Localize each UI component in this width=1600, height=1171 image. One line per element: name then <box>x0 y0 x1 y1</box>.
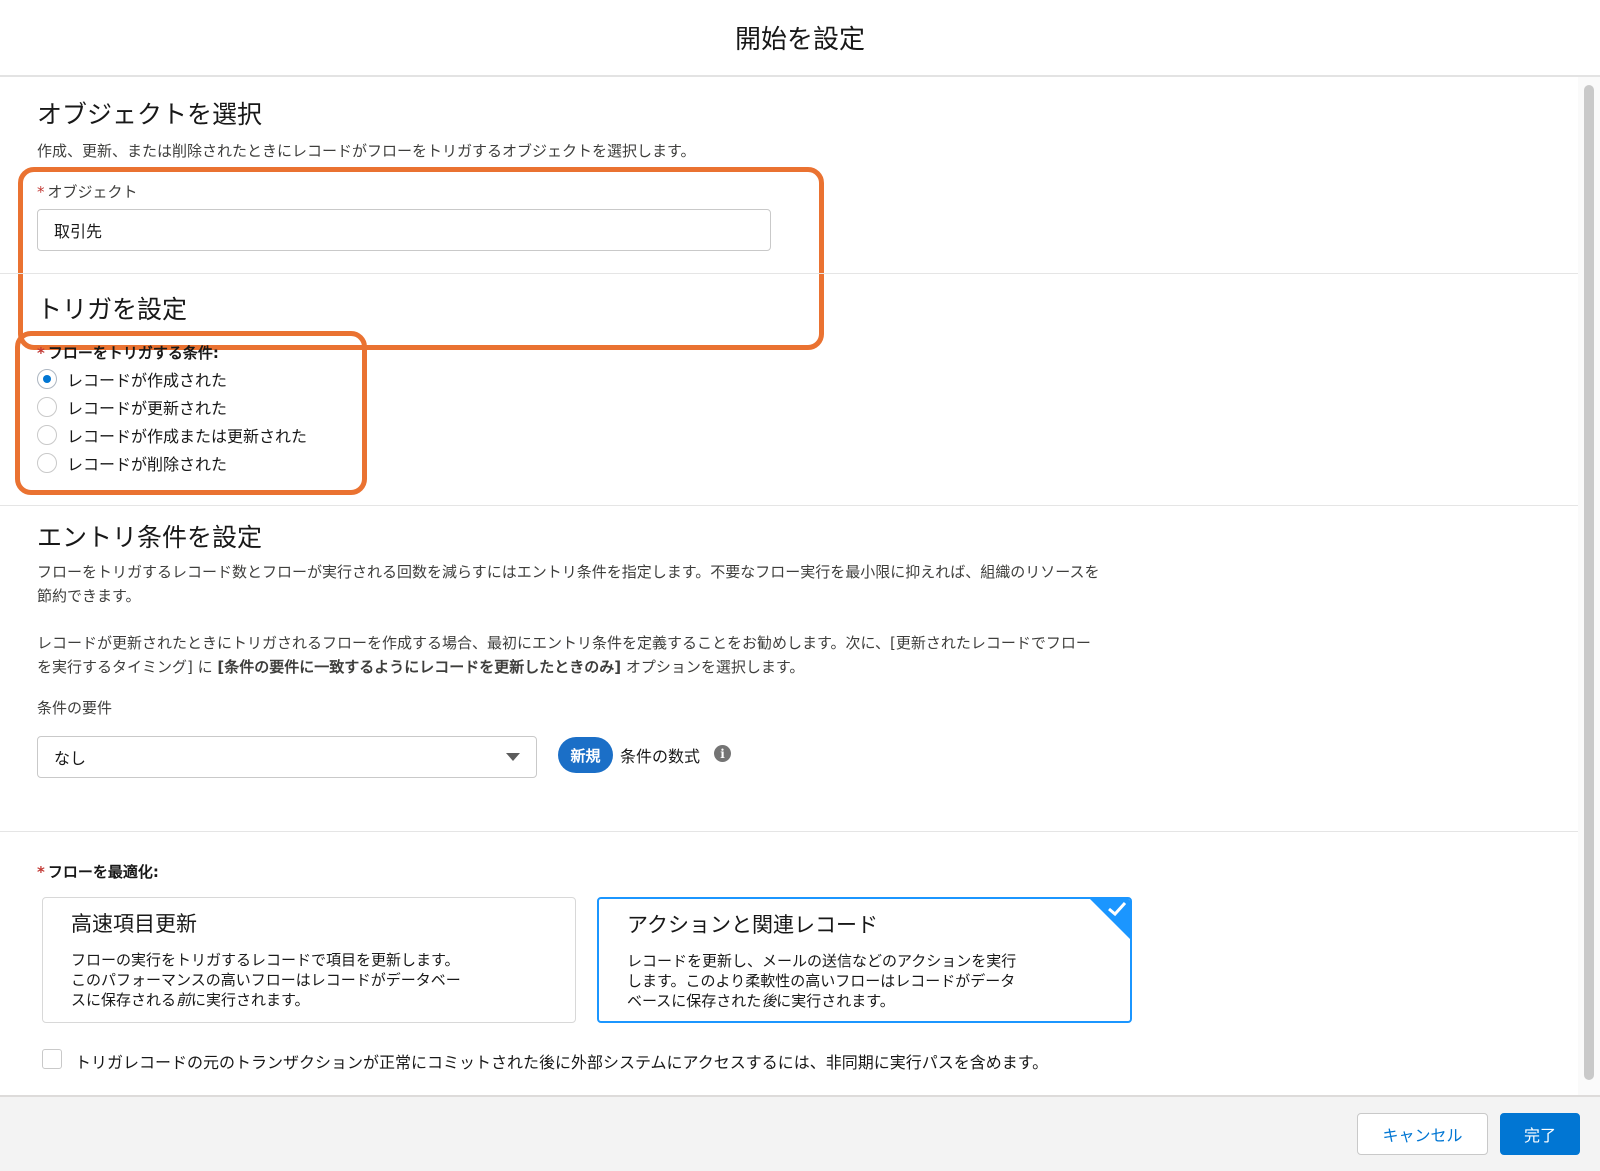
condition-requirements-select[interactable]: なし <box>37 736 537 778</box>
trigger-highlight-frame <box>15 331 367 495</box>
entry-description-2-line-1: レコードが更新されたときにトリガされるフローを作成する場合、最初にエントリ条件を… <box>37 634 1091 652</box>
section-divider <box>0 273 1578 274</box>
new-badge-button[interactable]: 新規 <box>558 737 613 773</box>
card-description-line-3-end: に実行されます。 <box>191 991 310 1009</box>
chevron-down-icon <box>506 753 520 761</box>
cancel-button[interactable]: キャンセル <box>1357 1113 1488 1155</box>
modal-header: 開始を設定 <box>0 0 1600 77</box>
entry-description-1-line-2: 節約できます。 <box>37 587 141 605</box>
card-description-line-3: ベースに保存された後に実行されます。 <box>627 991 1016 1011</box>
entry-description-1: フローをトリガするレコード数とフローが実行される回数を減らすにはエントリ条件を指… <box>37 560 1099 608</box>
card-description-line-3-emphasis: 後 <box>761 992 777 1010</box>
entry-description-2-line-2-start: を実行するタイミング] に <box>37 658 218 676</box>
modal-footer: キャンセル 完了 <box>0 1095 1600 1171</box>
info-icon[interactable]: i <box>714 745 731 762</box>
optimize-card-actions-related-records[interactable]: アクションと関連レコード レコードを更新し、メールの送信などのアクションを実行 … <box>597 897 1132 1023</box>
card-description-line-1: フローの実行をトリガするレコードで項目を更新します。 <box>71 951 460 969</box>
condition-requirements-label: 条件の要件 <box>37 699 113 717</box>
entry-description-2-line-2: を実行するタイミング] に [条件の要件に一致するようにレコードを更新したときの… <box>37 655 1091 679</box>
card-description: レコードを更新し、メールの送信などのアクションを実行 します。このより柔軟性の高… <box>627 951 1016 1011</box>
entry-description-2-line-2-end: オプションを選択します。 <box>621 658 805 676</box>
object-section-description: 作成、更新、または削除されたときにレコードがフローをトリガするオブジェクトを選択… <box>37 142 696 160</box>
card-description-line-2: します。このより柔軟性の高いフローはレコードがデータ <box>627 972 1016 990</box>
entry-description-1-line-1: フローをトリガするレコード数とフローが実行される回数を減らすにはエントリ条件を指… <box>37 563 1100 581</box>
async-path-checkbox[interactable] <box>42 1049 62 1069</box>
card-description-line-3-end: に実行されます。 <box>776 992 895 1010</box>
section-divider <box>0 505 1578 506</box>
optimize-field-label: * フローを最適化: <box>37 861 159 882</box>
done-button[interactable]: 完了 <box>1500 1113 1580 1155</box>
section-divider <box>0 831 1578 832</box>
checkmark-icon <box>1108 901 1127 917</box>
modal-body[interactable]: オブジェクトを選択 作成、更新、または削除されたときにレコードがフローをトリガす… <box>0 77 1578 1095</box>
optimize-card-fast-field-updates[interactable]: 高速項目更新 フローの実行をトリガするレコードで項目を更新します。 このパフォー… <box>42 897 576 1023</box>
required-mark: * <box>37 863 45 881</box>
card-description-line-3: スに保存される前に実行されます。 <box>71 990 461 1010</box>
condition-requirements-value: なし <box>54 749 87 768</box>
condition-formula-label: 条件の数式 <box>620 747 701 766</box>
vertical-scrollbar[interactable] <box>1578 77 1600 1095</box>
card-description-line-3-start: スに保存される <box>71 991 177 1009</box>
scrollbar-thumb[interactable] <box>1584 85 1594 1080</box>
card-description-line-2: このパフォーマンスの高いフローはレコードがデータベー <box>71 971 461 989</box>
entry-section-title: エントリ条件を設定 <box>37 523 263 552</box>
trigger-section-title: トリガを設定 <box>37 295 188 324</box>
entry-description-2: レコードが更新されたときにトリガされるフローを作成する場合、最初にエントリ条件を… <box>37 631 1091 679</box>
card-title: アクションと関連レコード <box>627 913 878 937</box>
card-description-line-3-emphasis: 前 <box>176 991 192 1009</box>
modal-title: 開始を設定 <box>734 25 865 55</box>
card-description: フローの実行をトリガするレコードで項目を更新します。 このパフォーマンスの高いフ… <box>71 950 461 1010</box>
card-description-line-1: レコードを更新し、メールの送信などのアクションを実行 <box>627 952 1017 970</box>
card-title: 高速項目更新 <box>71 912 197 936</box>
card-description-line-3-start: ベースに保存された <box>627 992 762 1010</box>
async-path-checkbox-label: トリガレコードの元のトランザクションが正常にコミットされた後に外部システムにアク… <box>75 1053 1049 1072</box>
optimize-field-label-text: フローを最適化: <box>47 863 159 881</box>
object-section-title: オブジェクトを選択 <box>37 100 263 129</box>
entry-description-2-bold-option: [条件の要件に一致するようにレコードを更新したときのみ] <box>217 658 622 676</box>
